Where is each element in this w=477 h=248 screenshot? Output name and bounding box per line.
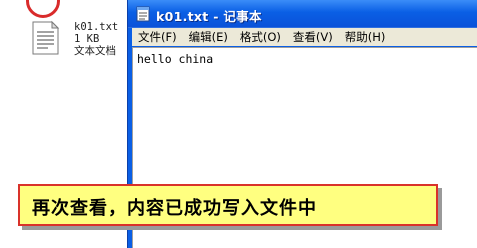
window-title: k01.txt - 记事本 — [156, 9, 262, 24]
annotation-callout: 再次查看，内容已成功写入文件中 — [18, 184, 438, 226]
notepad-icon[interactable] — [136, 6, 150, 22]
file-type: 文本文档 — [74, 45, 116, 57]
text-file-icon[interactable] — [30, 20, 60, 56]
menu-edit[interactable]: 编辑(E) — [183, 29, 234, 45]
file-size: 1 KB — [74, 33, 100, 45]
menu-format[interactable]: 格式(O) — [234, 29, 287, 45]
menu-view[interactable]: 查看(V) — [287, 29, 339, 45]
menu-bar: 文件(F) 编辑(E) 格式(O) 查看(V) 帮助(H) — [132, 28, 477, 46]
stop-icon — [26, 0, 60, 18]
title-bar[interactable]: k01.txt - 记事本 — [128, 0, 477, 28]
file-info: k01.txt 1 KB 文本文档 — [74, 21, 130, 57]
editor-content[interactable]: hello china — [137, 52, 213, 66]
menu-file[interactable]: 文件(F) — [132, 29, 183, 45]
menu-help[interactable]: 帮助(H) — [339, 29, 392, 45]
file-name[interactable]: k01.txt — [74, 21, 130, 33]
annotation-text: 再次查看，内容已成功写入文件中 — [32, 198, 317, 219]
